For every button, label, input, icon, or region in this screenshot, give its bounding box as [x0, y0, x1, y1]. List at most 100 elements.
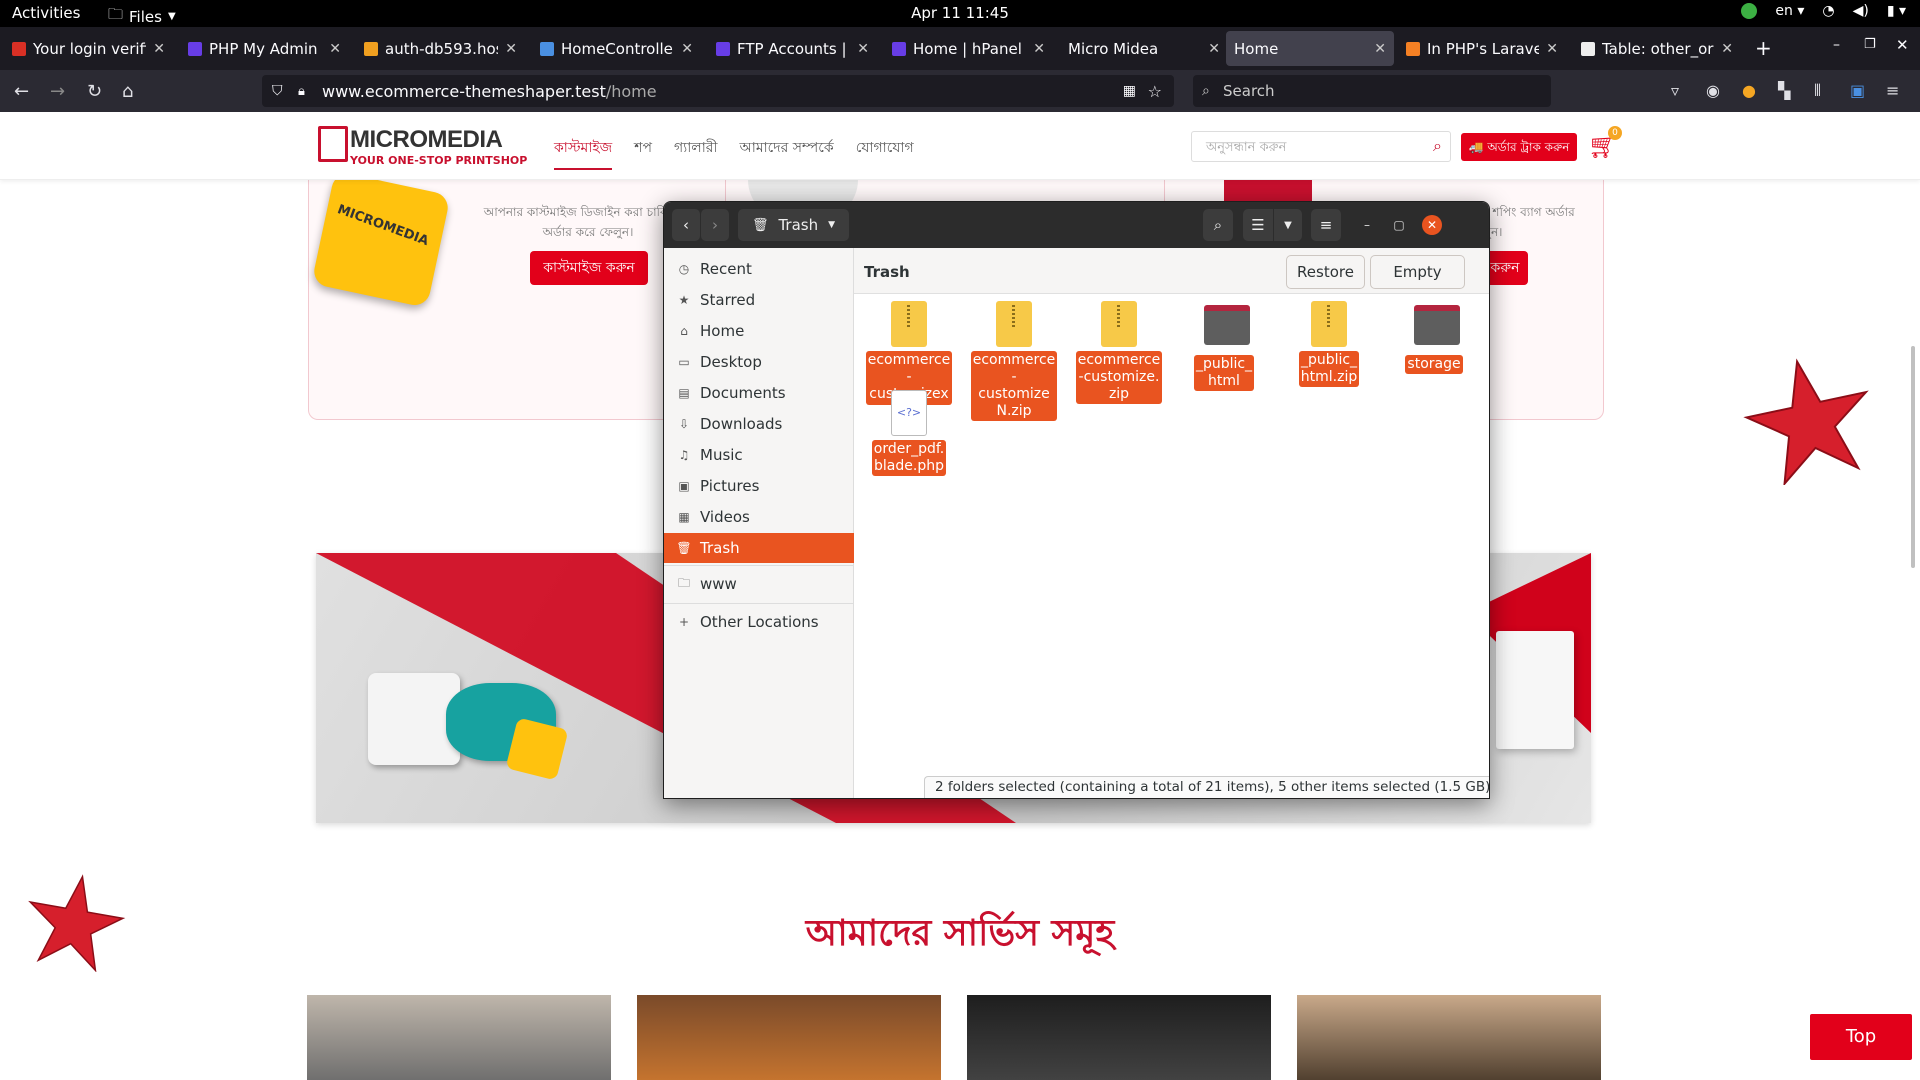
- file-item[interactable]: _public_ html: [1178, 301, 1270, 391]
- tab-1[interactable]: Your login verifica ✕: [4, 31, 173, 66]
- bookmark-star-icon[interactable]: ☆: [1148, 82, 1162, 101]
- tab-favicon: [892, 41, 906, 56]
- sidebar-item-starred[interactable]: ★ Starred: [664, 285, 854, 315]
- close-tab-icon[interactable]: ✕: [505, 41, 517, 57]
- service-card-4[interactable]: [1297, 995, 1601, 1080]
- lock-icon[interactable]: 🔒︎: [298, 84, 305, 99]
- system-tray[interactable]: en ▾ ◔ ◀) ▮ ▾: [1741, 3, 1906, 19]
- close-tab-icon[interactable]: ✕: [681, 41, 693, 57]
- tab-5[interactable]: FTP Accounts | hP ✕: [708, 31, 877, 66]
- close-tab-icon[interactable]: ✕: [1374, 41, 1386, 57]
- close-tab-icon[interactable]: ✕: [857, 41, 869, 57]
- track-order-button[interactable]: 🚚 অর্ডার ট্রাক করুন: [1461, 133, 1577, 161]
- menu-item-customize[interactable]: কাস্টমাইজ: [554, 136, 613, 170]
- close-tab-icon[interactable]: ✕: [1033, 41, 1045, 57]
- tab-10[interactable]: Table: other_orde ✕: [1573, 31, 1741, 66]
- cart-icon[interactable]: 🛒︎ 0: [1588, 126, 1622, 160]
- home-icon[interactable]: ⌂: [122, 81, 133, 102]
- activities-button[interactable]: Activities: [12, 4, 80, 22]
- update-icon[interactable]: [1741, 3, 1758, 19]
- close-tab-icon[interactable]: ✕: [1721, 41, 1733, 57]
- file-item[interactable]: ecommerce - customize N.zip: [968, 301, 1060, 421]
- tab-6[interactable]: Home | hPanel ✕: [884, 31, 1053, 66]
- battery-icon[interactable]: ▮ ▾: [1887, 3, 1906, 19]
- forward-nav-button[interactable]: ›: [701, 209, 729, 241]
- sidebar-icon[interactable]: ▣: [1850, 81, 1865, 100]
- tab-9[interactable]: In PHP's Laravel, l ✕: [1398, 31, 1566, 66]
- sidebar-item-music[interactable]: ♫ Music: [664, 440, 854, 470]
- sidebar-item-videos[interactable]: ▦ Videos: [664, 502, 854, 532]
- file-item[interactable]: storage: [1388, 301, 1480, 374]
- page-scrollbar[interactable]: [1911, 346, 1915, 568]
- customize-button[interactable]: কাস্টমাইজ করুন: [530, 251, 648, 285]
- file-item[interactable]: <?> order_pdf. blade.php: [863, 390, 955, 476]
- tab-4[interactable]: HomeController.p ✕: [532, 31, 701, 66]
- pocket-icon[interactable]: ▿: [1671, 81, 1679, 100]
- back-to-top-button[interactable]: Top: [1810, 1014, 1912, 1060]
- back-nav-button[interactable]: ‹: [672, 209, 700, 241]
- service-card-2[interactable]: [637, 995, 941, 1080]
- sidebar-item-www[interactable]: 🗀 www: [664, 569, 854, 599]
- extensions-grid-icon[interactable]: ▚: [1778, 81, 1790, 100]
- tab-8[interactable]: Home ✕: [1226, 31, 1394, 66]
- menu-item-gallery[interactable]: গ্যালারী: [674, 136, 718, 170]
- sidebar-item-documents[interactable]: ▤ Documents: [664, 378, 854, 408]
- extension-icon-2[interactable]: ●: [1742, 81, 1756, 100]
- tab-2[interactable]: PHP My Admin | h ✕: [180, 31, 349, 66]
- close-tab-icon[interactable]: ✕: [153, 41, 165, 57]
- qr-icon[interactable]: ▦: [1123, 83, 1136, 99]
- site-logo[interactable]: MICROMEDIA YOUR ONE-STOP PRINTSHOP: [318, 126, 528, 170]
- extension-icon-1[interactable]: ◉: [1706, 81, 1720, 100]
- close-button[interactable]: ✕: [1422, 215, 1442, 235]
- location-breadcrumb[interactable]: 🗑 Trash ▼: [738, 209, 849, 241]
- service-card-1[interactable]: [307, 995, 611, 1080]
- list-view-button[interactable]: ☰: [1243, 209, 1273, 241]
- restore-button[interactable]: Restore: [1286, 255, 1365, 289]
- file-item[interactable]: ecommerce -customize. zip: [1073, 301, 1165, 404]
- search-icon[interactable]: ⌕: [1433, 136, 1442, 156]
- service-card-3[interactable]: [967, 995, 1271, 1080]
- view-options-button[interactable]: ▼: [1274, 209, 1302, 241]
- clock[interactable]: Apr 11 11:45: [0, 4, 1920, 22]
- file-item[interactable]: _public_ html.zip: [1283, 301, 1375, 387]
- reload-icon[interactable]: ↻: [87, 81, 102, 102]
- sidebar-item-downloads[interactable]: ⇩ Downloads: [664, 409, 854, 439]
- site-search-input[interactable]: অনুসন্ধান করুন ⌕: [1191, 131, 1451, 162]
- menu-item-shop[interactable]: শপ: [634, 136, 652, 170]
- sidebar-item-recent[interactable]: ◷ Recent: [664, 254, 854, 284]
- forward-icon[interactable]: →: [50, 81, 65, 102]
- url-bar[interactable]: ⛉ 🔒︎ www.ecommerce-themeshaper.test/home…: [262, 75, 1174, 107]
- hamburger-menu-button[interactable]: ≡: [1311, 209, 1341, 241]
- back-icon[interactable]: ←: [14, 81, 29, 102]
- menu-item-contact[interactable]: যোগাযোগ: [856, 136, 914, 170]
- sidebar-item-pictures[interactable]: ▣ Pictures: [664, 471, 854, 501]
- tab-3[interactable]: auth-db593.hostir ✕: [356, 31, 525, 66]
- app-menu[interactable]: 🗀 Files ▼: [108, 4, 176, 29]
- sidebar-item-desktop[interactable]: ▭ Desktop: [664, 347, 854, 377]
- search-button[interactable]: ⌕: [1203, 209, 1233, 241]
- close-window-icon[interactable]: ✕: [1896, 36, 1909, 54]
- library-icon[interactable]: ⦀: [1814, 81, 1821, 101]
- sidebar-item-other-locations[interactable]: + Other Locations: [664, 607, 854, 637]
- tab-7[interactable]: Micro Midea ✕: [1060, 31, 1228, 66]
- language-indicator[interactable]: en ▾: [1775, 3, 1804, 19]
- videos-icon: ▦: [678, 510, 690, 524]
- empty-button[interactable]: Empty: [1370, 255, 1465, 289]
- search-bar[interactable]: ⌕ Search: [1193, 75, 1551, 107]
- volume-icon[interactable]: ◀): [1853, 3, 1869, 19]
- sidebar-item-home[interactable]: ⌂ Home: [664, 316, 854, 346]
- restore-icon[interactable]: ❐: [1864, 37, 1876, 52]
- minimize-button[interactable]: –: [1357, 215, 1377, 235]
- shield-icon[interactable]: ⛉: [272, 83, 283, 99]
- wifi-icon[interactable]: ◔: [1822, 3, 1834, 19]
- new-tab-button[interactable]: +: [1755, 36, 1772, 60]
- maximize-button[interactable]: ▢: [1389, 215, 1409, 235]
- close-tab-icon[interactable]: ✕: [1208, 41, 1220, 57]
- close-tab-icon[interactable]: ✕: [329, 41, 341, 57]
- menu-item-about[interactable]: আমাদের সম্পর্কে: [740, 136, 834, 170]
- hamburger-menu-icon[interactable]: ≡: [1886, 81, 1899, 100]
- close-tab-icon[interactable]: ✕: [1546, 41, 1558, 57]
- minimize-icon[interactable]: –: [1833, 37, 1840, 53]
- file-icon-wrap: [1414, 305, 1460, 353]
- sidebar-item-trash[interactable]: 🗑 Trash: [664, 533, 854, 563]
